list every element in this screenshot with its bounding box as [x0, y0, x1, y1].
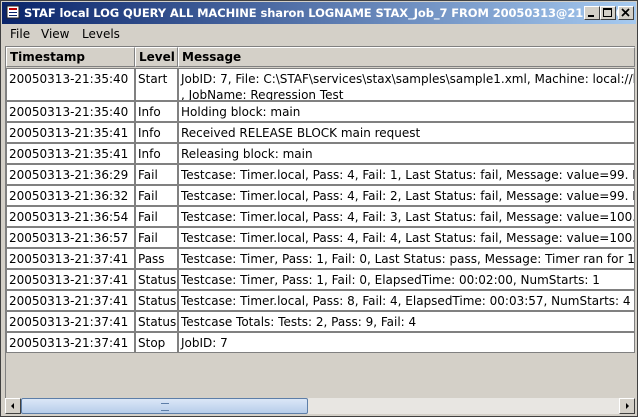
cell-message: Testcase Totals: Tests: 2, Pass: 9, Fail…	[178, 311, 635, 332]
menu-bar: File View Levels	[2, 25, 636, 45]
cell-timestamp: 20050313-21:37:41	[6, 248, 135, 269]
table-row[interactable]: 20050313-21:35:40 Start JobID: 7, File: C:…	[6, 68, 635, 101]
table-row[interactable]: 20050313-21:36:54 Fail Testcase: Timer.loc…	[6, 206, 635, 227]
cell-timestamp: 20050313-21:36:57	[6, 227, 135, 248]
cell-level: Stop	[135, 332, 178, 353]
title-bar[interactable]: STAF local LOG QUERY ALL MACHINE sharon …	[2, 2, 636, 24]
window-title: STAF local LOG QUERY ALL MACHINE sharon …	[24, 6, 624, 20]
cell-level: Fail	[135, 227, 178, 248]
close-button[interactable]	[618, 6, 634, 20]
cell-message: Testcase: Timer.local, Pass: 4, Fail: 2,…	[178, 185, 635, 206]
minimize-button[interactable]	[584, 6, 600, 20]
cell-timestamp: 20050313-21:37:41	[6, 332, 135, 353]
scroll-right-button[interactable]	[619, 398, 635, 414]
scroll-left-button[interactable]	[5, 398, 21, 414]
cell-timestamp: 20050313-21:36:54	[6, 206, 135, 227]
table-row[interactable]: 20050313-21:37:41 Status Testcase Totals: …	[6, 311, 635, 332]
maximize-button[interactable]	[600, 6, 616, 20]
table-row[interactable]: 20050313-21:35:41 Info Received RELEASE BL…	[6, 122, 635, 143]
column-header-timestamp[interactable]: Timestamp	[6, 47, 135, 67]
cell-level: Start	[135, 68, 178, 101]
cell-level: Info	[135, 143, 178, 164]
table-row[interactable]: 20050313-21:37:41 Status Testcase: Timer.l…	[6, 290, 635, 311]
cell-message: Releasing block: main	[178, 143, 635, 164]
table-row[interactable]: 20050313-21:35:41 Info Releasing block: ma…	[6, 143, 635, 164]
table-row[interactable]: 20050313-21:36:29 Fail Testcase: Timer.loc…	[6, 164, 635, 185]
cell-timestamp: 20050313-21:36:32	[6, 185, 135, 206]
arrow-right-icon	[626, 403, 629, 409]
cell-timestamp: 20050313-21:35:41	[6, 122, 135, 143]
cell-message: Testcase: Timer.local, Pass: 4, Fail: 1,…	[178, 164, 635, 185]
cell-level: Status	[135, 311, 178, 332]
menu-view[interactable]: View	[38, 27, 72, 41]
log-table: Timestamp Level Message 20050313-21:35:4…	[5, 46, 635, 398]
scroll-thumb[interactable]	[21, 398, 308, 414]
cell-message: JobID: 7	[178, 332, 635, 353]
cell-timestamp: 20050313-21:37:41	[6, 290, 135, 311]
cell-message: Testcase: Timer.local, Pass: 8, Fail: 4,…	[178, 290, 635, 311]
table-row[interactable]: 20050313-21:37:41 Pass Testcase: Timer, Pa…	[6, 248, 635, 269]
message-line: , JobName: Regression Test	[181, 88, 344, 101]
menu-file[interactable]: File	[7, 27, 33, 41]
cell-timestamp: 20050313-21:36:29	[6, 164, 135, 185]
arrow-left-icon	[11, 403, 14, 409]
table-row[interactable]: 20050313-21:36:57 Fail Testcase: Timer.loc…	[6, 227, 635, 248]
table-row[interactable]: 20050313-21:37:41 Stop JobID: 7	[6, 332, 635, 353]
table-row[interactable]: 20050313-21:35:40 Info Holding block: main	[6, 101, 635, 122]
cell-level: Fail	[135, 164, 178, 185]
cell-message: JobID: 7, File: C:\STAF\services\stax\sa…	[178, 68, 635, 101]
cell-level: Pass	[135, 248, 178, 269]
cell-timestamp: 20050313-21:35:40	[6, 101, 135, 122]
cell-level: Status	[135, 269, 178, 290]
cell-message: Testcase: Timer.local, Pass: 4, Fail: 4,…	[178, 227, 635, 248]
maximize-icon	[603, 8, 612, 17]
cell-level: Fail	[135, 206, 178, 227]
cell-level: Info	[135, 122, 178, 143]
cell-message: Holding block: main	[178, 101, 635, 122]
app-icon	[6, 5, 20, 19]
column-header-message[interactable]: Message	[178, 47, 635, 67]
cell-timestamp: 20050313-21:37:41	[6, 311, 135, 332]
table-row[interactable]: 20050313-21:37:41 Status Testcase: Timer, …	[6, 269, 635, 290]
cell-message: Received RELEASE BLOCK main request	[178, 122, 635, 143]
cell-message: Testcase: Timer, Pass: 1, Fail: 0, Elaps…	[178, 269, 635, 290]
grip-icon	[160, 403, 169, 411]
cell-message: Testcase: Timer, Pass: 1, Fail: 0, Last …	[178, 248, 635, 269]
table-header: Timestamp Level Message	[6, 47, 635, 67]
close-icon	[621, 8, 630, 17]
cell-level: Status	[135, 290, 178, 311]
cell-message: Testcase: Timer.local, Pass: 4, Fail: 3,…	[178, 206, 635, 227]
app-window: STAF local LOG QUERY ALL MACHINE sharon …	[0, 0, 638, 417]
column-header-level[interactable]: Level	[135, 47, 178, 67]
cell-timestamp: 20050313-21:35:40	[6, 68, 135, 101]
cell-level: Fail	[135, 185, 178, 206]
menu-levels[interactable]: Levels	[79, 27, 123, 41]
horizontal-scrollbar[interactable]	[5, 398, 635, 414]
minimize-icon	[588, 15, 594, 17]
table-row[interactable]: 20050313-21:36:32 Fail Testcase: Timer.loc…	[6, 185, 635, 206]
cell-timestamp: 20050313-21:37:41	[6, 269, 135, 290]
cell-level: Info	[135, 101, 178, 122]
message-line: JobID: 7, File: C:\STAF\services\stax\sa…	[181, 72, 635, 86]
cell-timestamp: 20050313-21:35:41	[6, 143, 135, 164]
